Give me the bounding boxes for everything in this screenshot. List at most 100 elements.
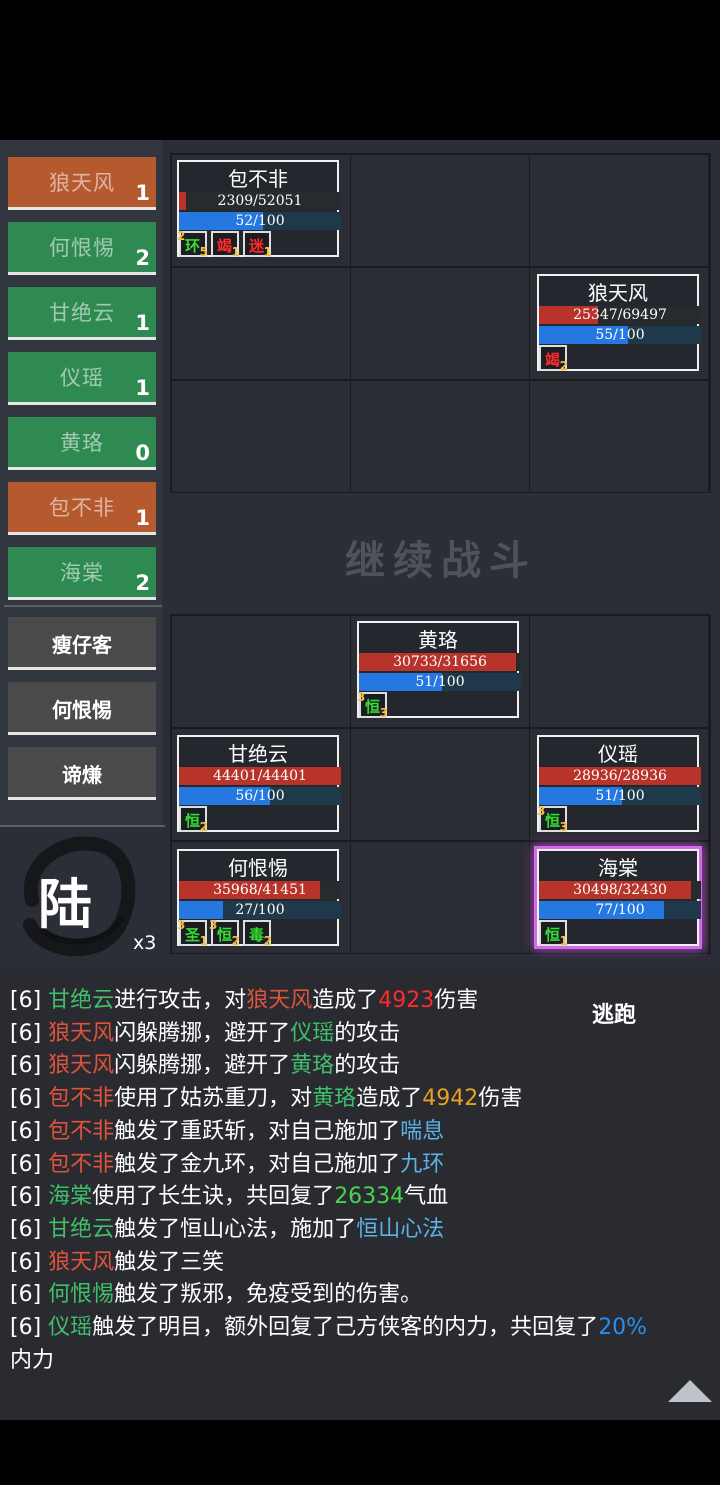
buff-icon[interactable]: 恒33 <box>357 690 388 720</box>
turn-item-count: 1 <box>135 376 150 400</box>
log-line: [6] 甘绝云进行攻击，对狼天风造成了4923伤害 <box>10 982 478 1014</box>
log-segment: [6] <box>10 1184 49 1210</box>
log-segment: [6] <box>10 1020 49 1046</box>
log-line: [6] 包不非触发了金九环，对自己施加了九环 <box>10 1146 444 1178</box>
buff-icon[interactable]: 恒1 <box>539 920 568 948</box>
unit-card-yiyao[interactable]: 仪瑶 28936/28936 51/100 恒33 <box>537 735 701 834</box>
turn-item-haitang[interactable]: 海棠 2 <box>8 547 156 600</box>
log-segment: 狼天风 <box>48 1053 115 1079</box>
unit-card-langtianfeng[interactable]: 狼天风 25347/69497 55/100 竭2 <box>537 274 701 373</box>
unit-card-huangluo[interactable]: 黄珞 30733/31656 51/100 恒33 <box>357 621 521 720</box>
unit-card-baobufei[interactable]: 包不非 2309/52051 52/100 环25竭1迷1 <box>177 160 341 259</box>
buff-stack: 3 <box>537 804 546 818</box>
buff-duration: 3 <box>379 706 388 720</box>
buff-icon[interactable]: 恒2 <box>179 806 208 834</box>
log-segment: 狼天风 <box>246 988 313 1013</box>
unit-card-ganjueyun[interactable]: 甘绝云 44401/44401 56/100 恒2 <box>177 735 341 834</box>
board-cell[interactable] <box>530 616 708 727</box>
log-segment: 伤害 <box>478 1086 523 1112</box>
log-line: [6] 仪瑶触发了明目，额外回复了己方侠客的内力，共回复了20% <box>10 1309 647 1341</box>
log-segment: [6] <box>10 1053 49 1079</box>
turn-item-langtianfeng[interactable]: 狼天风 1 <box>8 157 156 210</box>
ally-board: 黄珞 30733/31656 51/100 恒33 甘绝云 44401/4440… <box>170 614 711 954</box>
hp-text: 30498/32430 <box>573 882 667 898</box>
turn-item-huangluo[interactable]: 黄珞 0 <box>8 417 156 470</box>
log-segment: 触发了恒山心法，施加了 <box>114 1216 357 1242</box>
board-cell[interactable] <box>351 729 529 840</box>
unit-name: 甘绝云 <box>228 742 288 766</box>
collapse-log-icon[interactable] <box>668 1380 712 1402</box>
unit-name: 仪瑶 <box>598 742 638 766</box>
turn-item-name: 包不非 <box>49 496 115 520</box>
board-cell[interactable] <box>530 155 708 266</box>
hp-text: 35968/41451 <box>213 882 307 898</box>
log-segment: 20% <box>598 1315 648 1340</box>
flee-button[interactable]: 逃跑 <box>570 992 672 1032</box>
turn-item-baobufei[interactable]: 包不非 1 <box>8 482 156 535</box>
hp-bar: 44401/44401 <box>179 767 341 785</box>
board-cell[interactable] <box>172 268 350 379</box>
mp-text: 51/100 <box>415 674 465 690</box>
log-segment: 触发了明目，额外回复了己方侠客的内力，共回复了 <box>92 1315 599 1340</box>
log-segment: 仪瑶 <box>290 1020 335 1046</box>
buff-icon[interactable]: 恒32 <box>209 918 240 948</box>
unit-card-haitang[interactable]: 海棠 30498/32430 77/100 恒1 <box>537 849 701 948</box>
unit-name: 黄珞 <box>418 628 458 652</box>
log-segment: 喘息 <box>400 1118 445 1144</box>
log-line: [6] 狼天风触发了三笑 <box>10 1244 224 1276</box>
buff-stack: 2 <box>177 229 186 243</box>
reserve-item-dilao[interactable]: 谛熑 <box>8 747 156 800</box>
unit-card-hehenti[interactable]: 何恨惕 35968/41451 27/100 圣31恒32毒2 <box>177 849 341 948</box>
log-line: [6] 狼天风闪躲腾挪，避开了黄珞的攻击 <box>10 1047 400 1079</box>
battle-log[interactable]: [6] 甘绝云进行攻击，对狼天风造成了4923伤害 [6] 狼天风闪躲腾挪，避开了… <box>0 968 720 1420</box>
board-cell[interactable] <box>351 842 529 953</box>
speed-multiplier[interactable]: x3 <box>133 932 156 954</box>
log-segment: 使用了长生诀，共回复了 <box>92 1184 335 1210</box>
board-cell[interactable] <box>351 381 529 492</box>
turn-item-hehenti[interactable]: 何恨惕 2 <box>8 222 156 275</box>
log-segment: 恒山心法 <box>356 1216 445 1242</box>
hp-text: 30733/31656 <box>393 654 487 670</box>
continue-battle-label[interactable]: 继续战斗 <box>345 528 537 586</box>
buff-glyph: 圣 <box>185 926 201 944</box>
log-segment: [6] <box>10 988 49 1013</box>
reserve-item-shouzaike[interactable]: 瘦仔客 <box>8 617 156 670</box>
buff-icon[interactable]: 圣31 <box>177 918 208 948</box>
buff-icon[interactable]: 环25 <box>177 229 208 259</box>
turn-item-count: 2 <box>135 571 150 595</box>
board-cell[interactable] <box>172 381 350 492</box>
mp-text: 51/100 <box>595 788 645 804</box>
buff-duration: 1 <box>231 245 240 259</box>
log-line: [6] 包不非触发了重跃斩，对自己施加了喘息 <box>10 1113 444 1145</box>
buff-icon[interactable]: 迷1 <box>243 231 272 259</box>
mp-text: 77/100 <box>595 902 645 918</box>
reserve-item-hehenti[interactable]: 何恨惕 <box>8 682 156 735</box>
buff-icon[interactable]: 毒2 <box>243 920 272 948</box>
log-segment: 造成了 <box>312 988 379 1013</box>
board-cell[interactable] <box>530 381 708 492</box>
turn-item-name: 甘绝云 <box>49 301 115 325</box>
buff-duration: 2 <box>231 934 240 948</box>
buff-icon[interactable]: 竭1 <box>211 231 240 259</box>
turn-item-ganjueyun[interactable]: 甘绝云 1 <box>8 287 156 340</box>
buff-duration: 1 <box>263 245 272 259</box>
buff-icon[interactable]: 恒33 <box>537 804 568 834</box>
hp-bar: 30498/32430 <box>539 881 701 899</box>
buff-icon[interactable]: 竭2 <box>539 345 568 373</box>
turn-item-name: 何恨惕 <box>49 236 115 260</box>
buff-duration: 5 <box>199 245 208 259</box>
turn-item-count: 1 <box>135 181 150 205</box>
buff-glyph: 恒 <box>545 812 561 830</box>
log-segment: [6] <box>10 1282 49 1308</box>
board-cell[interactable] <box>351 268 529 379</box>
board-cell[interactable] <box>172 616 350 727</box>
flee-label: 逃跑 <box>592 1002 637 1028</box>
mp-text: 27/100 <box>235 902 285 918</box>
board-cell[interactable] <box>351 155 529 266</box>
log-segment: 的攻击 <box>334 1020 401 1046</box>
buff-stack: 3 <box>357 690 366 704</box>
turn-item-name: 海棠 <box>60 561 104 585</box>
hp-bar: 2309/52051 <box>179 192 341 210</box>
turn-item-yiyao[interactable]: 仪瑶 1 <box>8 352 156 405</box>
turn-item-name: 狼天风 <box>49 171 115 195</box>
